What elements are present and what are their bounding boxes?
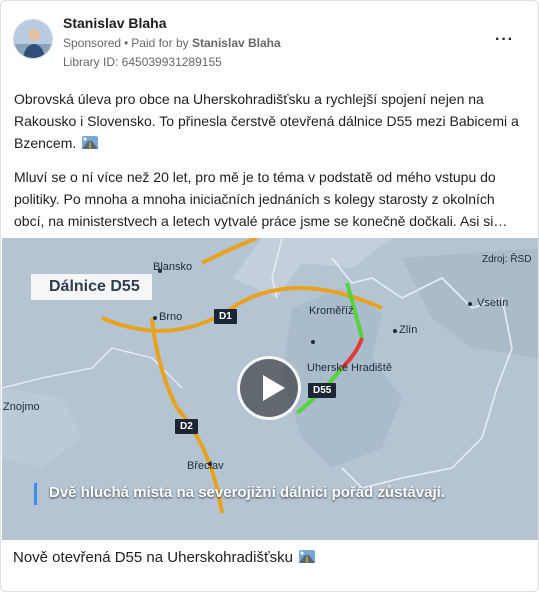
road-label-d55: D55: [308, 383, 337, 398]
highway-emoji-icon: [299, 550, 316, 563]
place-znojmo: Znojmo: [3, 401, 40, 413]
paid-for-name: Stanislav Blaha: [191, 36, 281, 50]
video-title-caption[interactable]: Nově otevřená D55 na Uherskohradišťsku: [13, 549, 316, 566]
place-zlin: Zlín: [399, 324, 418, 336]
post-paragraph-2: Mluví se o ní více než 20 let, pro mě je…: [14, 169, 508, 229]
map-title: Dálnice D55: [31, 274, 152, 300]
subtitle-accent-bar: [34, 483, 37, 505]
paid-for-label: Paid for by: [131, 36, 189, 50]
place-breclav: Břeclav: [187, 460, 224, 472]
post-paragraph-1: Obrovská úleva pro obce na Uherskohradiš…: [14, 88, 522, 154]
video-subtitle: Dvě hluchá místa na severojižní dálnici …: [49, 484, 445, 501]
play-button[interactable]: [237, 356, 301, 420]
more-options-icon[interactable]: ···: [495, 32, 514, 48]
place-kromeriz: Kroměříž: [309, 305, 354, 317]
sponsored-label: Sponsored: [63, 36, 122, 50]
road-label-d1: D1: [214, 309, 237, 324]
place-uherske-hradiste: Uherské Hradiště: [307, 362, 392, 374]
place-blansko: Blansko: [153, 261, 193, 273]
video-title-text: Nově otevřená D55 na Uherskohradišťsku: [13, 549, 293, 566]
place-brno: Brno: [159, 311, 183, 323]
map-source: Zdroj: ŘSD: [482, 254, 532, 265]
library-id: Library ID: 645039931289155: [63, 55, 222, 69]
place-vsetin: Vsetín: [477, 297, 509, 309]
author-name[interactable]: Stanislav Blaha: [63, 15, 167, 31]
highway-emoji-icon: [82, 136, 99, 149]
author-avatar[interactable]: [13, 19, 53, 59]
sponsored-meta: Sponsored • Paid for by Stanislav Blaha: [63, 36, 281, 50]
meta-separator: •: [124, 36, 129, 50]
ad-post-card: Stanislav Blaha Sponsored • Paid for by St…: [0, 0, 539, 592]
road-label-d2: D2: [175, 419, 198, 434]
